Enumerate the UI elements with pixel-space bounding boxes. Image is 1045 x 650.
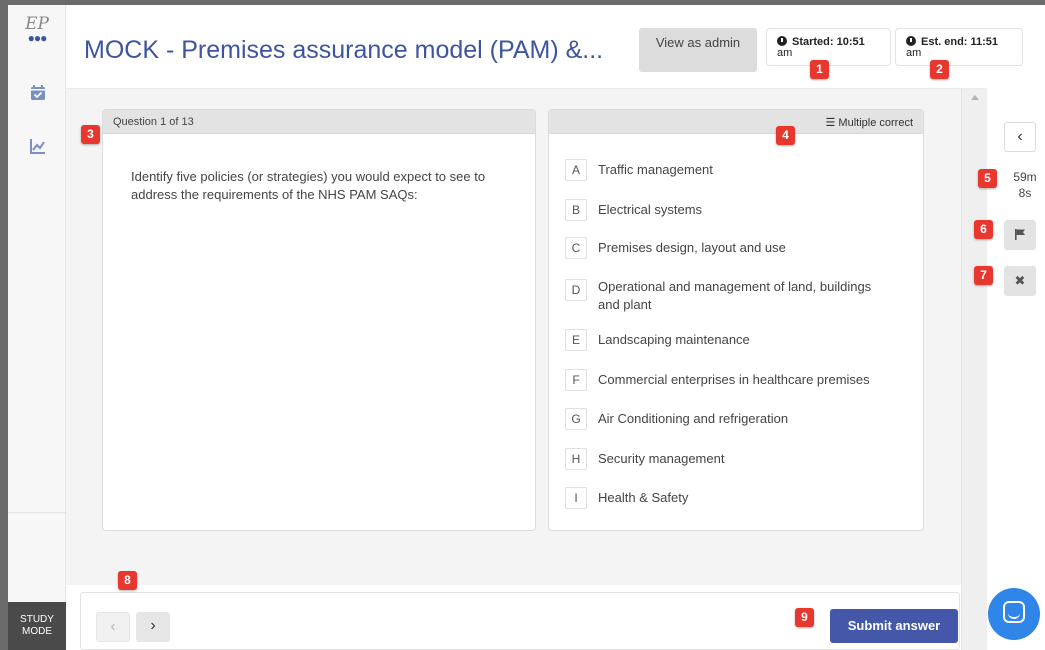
option-text: Operational and management of land, buil…	[598, 279, 872, 312]
annotation-badge: 3	[81, 125, 100, 144]
option-g[interactable]: G Air Conditioning and refrigeration	[565, 408, 888, 430]
option-letter: A	[565, 159, 587, 181]
option-letter: H	[565, 448, 587, 470]
page-title: MOCK - Premises assurance model (PAM) &.…	[84, 36, 604, 64]
option-text: Premises design, layout and use	[598, 240, 786, 255]
option-h[interactable]: H Security management	[565, 448, 888, 470]
submit-answer-button[interactable]: Submit answer	[830, 609, 958, 643]
rail-divider	[8, 512, 66, 513]
annotation-badge: 5	[978, 169, 997, 188]
countdown-timer: 59m 8s	[1005, 169, 1045, 201]
question-footer: ‹ › Submit answer	[80, 592, 960, 650]
option-text: Health & Safety	[598, 490, 689, 505]
started-ampm: am	[777, 47, 793, 59]
est-end-time-label: Est. end: 11:51	[921, 36, 999, 48]
previous-question-button[interactable]: ‹	[96, 612, 130, 642]
chat-launcher-button[interactable]	[988, 588, 1040, 640]
annotation-badge: 9	[795, 608, 814, 627]
clock-icon	[777, 36, 787, 46]
page-header: MOCK - Premises assurance model (PAM) &.…	[66, 5, 1023, 89]
annotation-badge: 6	[974, 220, 993, 239]
study-mode-line1: STUDY	[20, 614, 54, 625]
option-text: Landscaping maintenance	[598, 332, 750, 347]
option-a[interactable]: A Traffic management	[565, 159, 888, 181]
option-text: Traffic management	[598, 162, 713, 177]
question-text: Identify five policies (or strategies) y…	[131, 169, 486, 202]
question-area: Question 1 of 13 Identify five policies …	[66, 89, 961, 585]
answer-mode-label: Multiple correct	[838, 117, 913, 129]
timer-minutes: 59m	[1013, 170, 1037, 184]
timer-seconds: 8s	[1018, 186, 1032, 200]
logo-dots-icon: ●●●	[27, 31, 48, 45]
collapse-panel-button[interactable]: ‹	[1004, 122, 1036, 152]
option-letter: B	[565, 199, 587, 221]
annotation-badge: 8	[118, 571, 137, 590]
option-letter: I	[565, 487, 587, 509]
annotation-badge: 4	[776, 126, 795, 145]
started-time-label: Started: 10:51	[792, 36, 865, 48]
option-b[interactable]: B Electrical systems	[565, 199, 888, 221]
option-letter: C	[565, 237, 587, 259]
chat-icon	[1003, 601, 1025, 623]
question-card: Question 1 of 13 Identify five policies …	[102, 109, 536, 531]
left-sidebar: EP ●●● STUDY MODE	[8, 5, 66, 650]
option-c[interactable]: C Premises design, layout and use	[565, 237, 888, 259]
option-f[interactable]: F Commercial enterprises in healthcare p…	[565, 369, 888, 391]
option-text: Electrical systems	[598, 202, 703, 217]
answer-mode: ☰ Multiple correct	[825, 116, 913, 129]
option-e[interactable]: E Landscaping maintenance	[565, 329, 888, 351]
scroll-up-arrow-icon[interactable]	[971, 95, 979, 100]
est-end-ampm: am	[906, 47, 922, 59]
question-counter: Question 1 of 13	[103, 110, 535, 134]
option-text: Security management	[598, 451, 725, 466]
annotation-badge: 1	[810, 60, 829, 79]
app-window: EP ●●● STUDY MODE MOCK - Premises assura…	[8, 5, 1045, 650]
annotation-badge: 2	[930, 60, 949, 79]
view-as-admin-button[interactable]: View as admin	[639, 28, 757, 72]
annotation-badge: 7	[974, 266, 993, 285]
option-letter: D	[565, 279, 587, 301]
close-button[interactable]: ✖	[1004, 266, 1036, 296]
option-text: Commercial enterprises in healthcare pre…	[598, 372, 870, 387]
flag-icon	[1015, 229, 1025, 240]
next-question-button[interactable]: ›	[136, 612, 170, 642]
est-end-time-box: Est. end: 11:51 am	[895, 28, 1023, 66]
option-d[interactable]: D Operational and management of land, bu…	[565, 276, 888, 314]
study-mode-line2: MODE	[22, 626, 52, 637]
answers-card: ☰ Multiple correct A Traffic management …	[548, 109, 924, 531]
option-letter: G	[565, 408, 587, 430]
study-mode-button[interactable]: STUDY MODE	[8, 602, 66, 650]
option-letter: F	[565, 369, 587, 391]
list-icon: ☰	[825, 117, 836, 129]
chart-line-icon[interactable]	[28, 136, 48, 156]
option-i[interactable]: I Health & Safety	[565, 487, 888, 509]
app-logo[interactable]: EP ●●●	[20, 15, 54, 53]
calendar-check-icon[interactable]	[28, 83, 48, 103]
clock-icon	[906, 36, 916, 46]
flag-button[interactable]	[1004, 220, 1036, 250]
answers-header: ☰ Multiple correct	[549, 110, 923, 134]
option-text: Air Conditioning and refrigeration	[598, 411, 789, 426]
started-time-box: Started: 10:51 am	[766, 28, 891, 66]
option-letter: E	[565, 329, 587, 351]
